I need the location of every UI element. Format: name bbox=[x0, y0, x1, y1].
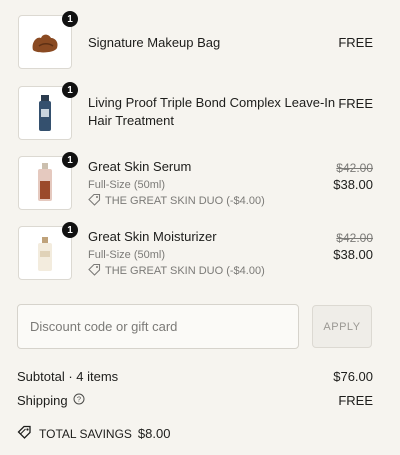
product-price: $38.00 bbox=[333, 247, 373, 262]
discount-label: THE GREAT SKIN DUO (-$4.00) bbox=[105, 195, 265, 207]
subtotal-label: Subtotal · 4 items bbox=[17, 369, 119, 384]
product-name: Living Proof Triple Bond Complex Leave-I… bbox=[88, 95, 336, 128]
savings-label: TOTAL SAVINGS bbox=[39, 426, 132, 441]
tag-icon bbox=[88, 263, 101, 279]
discount-tag: THE GREAT SKIN DUO (-$4.00) bbox=[88, 193, 265, 209]
quantity-badge: 1 bbox=[62, 82, 78, 98]
original-price: $42.00 bbox=[336, 161, 373, 175]
product-variant: Full-Size (50ml) bbox=[88, 249, 166, 261]
cart-item: 1 Great Skin Moisturizer Full-Size (50ml… bbox=[0, 222, 400, 284]
shipping-label: Shipping bbox=[17, 393, 68, 408]
shipping-row: Shipping ? FREE bbox=[17, 393, 373, 408]
product-price: $38.00 bbox=[333, 177, 373, 192]
tag-icon bbox=[88, 193, 101, 209]
product-name: Great Skin Moisturizer bbox=[88, 229, 217, 244]
product-name: Signature Makeup Bag bbox=[88, 35, 221, 50]
cart-item: 1 Great Skin Serum Full-Size (50ml) THE … bbox=[0, 152, 400, 214]
discount-code-input[interactable] bbox=[17, 304, 299, 349]
original-price: $42.00 bbox=[336, 231, 373, 245]
total-savings-row: TOTAL SAVINGS $8.00 bbox=[17, 425, 373, 442]
product-price: FREE bbox=[338, 96, 373, 111]
apply-button[interactable]: APPLY bbox=[312, 305, 372, 348]
cart-item: 1 Living Proof Triple Bond Complex Leave… bbox=[0, 82, 400, 144]
subtotal-value: $76.00 bbox=[333, 369, 373, 384]
quantity-badge: 1 bbox=[62, 152, 78, 168]
discount-label: THE GREAT SKIN DUO (-$4.00) bbox=[105, 265, 265, 277]
cart-item: 1 Signature Makeup Bag FREE bbox=[0, 11, 400, 73]
savings-tag-icon bbox=[17, 425, 33, 442]
quantity-badge: 1 bbox=[62, 222, 78, 238]
quantity-badge: 1 bbox=[62, 11, 78, 27]
discount-tag: THE GREAT SKIN DUO (-$4.00) bbox=[88, 263, 265, 279]
product-price: FREE bbox=[338, 35, 373, 50]
svg-text:?: ? bbox=[77, 395, 81, 404]
shipping-value: FREE bbox=[338, 393, 373, 408]
product-name: Great Skin Serum bbox=[88, 159, 192, 174]
savings-value: $8.00 bbox=[137, 426, 171, 441]
product-variant: Full-Size (50ml) bbox=[88, 179, 166, 191]
subtotal-row: Subtotal · 4 items $76.00 bbox=[17, 369, 373, 384]
help-icon[interactable]: ? bbox=[73, 393, 85, 408]
